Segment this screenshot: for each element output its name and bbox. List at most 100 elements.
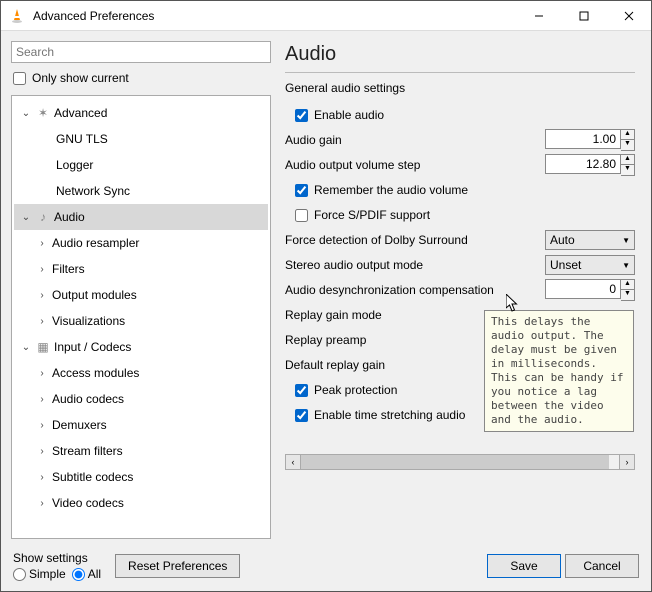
spinner-buttons[interactable]: ▲▼: [621, 154, 635, 176]
tree-item-logger[interactable]: Logger: [14, 152, 268, 178]
desync-row: Audio desynchronization compensation ▲▼: [285, 278, 635, 302]
stereo-value: Unset: [550, 258, 581, 272]
all-radio[interactable]: [72, 568, 85, 581]
dolby-value: Auto: [550, 233, 575, 247]
enable-audio-row: Enable audio: [285, 103, 635, 127]
left-column: Only show current ⌄ ✶ Advanced GNU TLS L…: [11, 41, 271, 539]
show-settings-label: Show settings: [13, 551, 101, 565]
only-show-current-checkbox[interactable]: [13, 72, 26, 85]
volume-step-label: Audio output volume step: [285, 158, 545, 172]
time-stretching-checkbox[interactable]: [295, 409, 308, 422]
minimize-button[interactable]: [516, 1, 561, 30]
reset-preferences-button[interactable]: Reset Preferences: [115, 554, 240, 578]
remember-volume-row: Remember the audio volume: [285, 178, 635, 202]
tree-item-stream-filters[interactable]: ›Stream filters: [14, 438, 268, 464]
save-button[interactable]: Save: [487, 554, 561, 578]
content-area: Only show current ⌄ ✶ Advanced GNU TLS L…: [1, 31, 651, 547]
chevron-right-icon[interactable]: ›: [34, 394, 50, 405]
tree-item-advanced[interactable]: ⌄ ✶ Advanced: [14, 100, 268, 126]
tree-item-filters[interactable]: ›Filters: [14, 256, 268, 282]
enable-audio-checkbox[interactable]: [295, 109, 308, 122]
chevron-right-icon[interactable]: ›: [34, 290, 50, 301]
chevron-right-icon[interactable]: ›: [34, 368, 50, 379]
tree-item-input-codecs[interactable]: ⌄ ▦ Input / Codecs: [14, 334, 268, 360]
tree-label: Audio: [52, 210, 85, 224]
volume-step-field[interactable]: [545, 154, 621, 174]
force-spdif-checkbox[interactable]: [295, 209, 308, 222]
dolby-label: Force detection of Dolby Surround: [285, 233, 545, 247]
chevron-right-icon[interactable]: ›: [34, 238, 50, 249]
panel-title: Audio: [285, 43, 635, 66]
dolby-combo[interactable]: Auto▼: [545, 230, 635, 250]
desync-field[interactable]: [545, 279, 621, 299]
tree-item-video-codecs[interactable]: ›Video codecs: [14, 490, 268, 516]
desync-label: Audio desynchronization compensation: [285, 283, 545, 297]
scroll-thumb[interactable]: [301, 455, 609, 469]
chevron-right-icon[interactable]: ›: [34, 420, 50, 431]
force-spdif-label: Force S/PDIF support: [314, 208, 635, 222]
codec-icon: ▦: [34, 340, 52, 354]
force-spdif-row: Force S/PDIF support: [285, 203, 635, 227]
spinner-buttons[interactable]: ▲▼: [621, 279, 635, 301]
chevron-right-icon[interactable]: ›: [34, 264, 50, 275]
cancel-button[interactable]: Cancel: [565, 554, 639, 578]
stereo-combo[interactable]: Unset ▼: [545, 255, 635, 275]
bottom-bar: Show settings Simple All Reset Preferenc…: [1, 547, 651, 591]
chevron-right-icon[interactable]: ›: [34, 472, 50, 483]
chevron-down-icon[interactable]: ⌄: [18, 342, 34, 353]
all-radio-label[interactable]: All: [72, 567, 101, 581]
spin-down-icon[interactable]: ▼: [621, 165, 634, 175]
spin-up-icon[interactable]: ▲: [621, 130, 634, 140]
chevron-down-icon[interactable]: ⌄: [18, 108, 34, 119]
tree-label: Input / Codecs: [52, 340, 131, 354]
tree-item-network-sync[interactable]: Network Sync: [14, 178, 268, 204]
divider: [285, 72, 635, 73]
tree-item-demuxers[interactable]: ›Demuxers: [14, 412, 268, 438]
tree-item-output-modules[interactable]: ›Output modules: [14, 282, 268, 308]
tree-item-subtitle-codecs[interactable]: ›Subtitle codecs: [14, 464, 268, 490]
chevron-right-icon[interactable]: ›: [34, 498, 50, 509]
tree-item-audio-codecs[interactable]: ›Audio codecs: [14, 386, 268, 412]
audio-gain-field[interactable]: [545, 129, 621, 149]
tooltip: This delays the audio output. The delay …: [484, 310, 634, 432]
tree-item-visualizations[interactable]: ›Visualizations: [14, 308, 268, 334]
enable-audio-label: Enable audio: [314, 108, 635, 122]
volume-step-input[interactable]: ▲▼: [545, 154, 635, 176]
category-tree[interactable]: ⌄ ✶ Advanced GNU TLS Logger Network Sync…: [11, 95, 271, 539]
stereo-row: Stereo audio output mode Unset ▼: [285, 253, 635, 277]
settings-panel: Audio General audio settings Enable audi…: [285, 41, 641, 539]
dolby-row: Force detection of Dolby Surround Auto▼: [285, 228, 635, 252]
chevron-down-icon: ▼: [622, 261, 630, 270]
tree-item-audio-resampler[interactable]: ›Audio resampler: [14, 230, 268, 256]
spinner-buttons[interactable]: ▲▼: [621, 129, 635, 151]
stereo-label: Stereo audio output mode: [285, 258, 545, 272]
chevron-right-icon[interactable]: ›: [34, 446, 50, 457]
preferences-window: Advanced Preferences Only show current ⌄…: [0, 0, 652, 592]
tree-item-gnu-tls[interactable]: GNU TLS: [14, 126, 268, 152]
remember-volume-checkbox[interactable]: [295, 184, 308, 197]
scroll-track[interactable]: [301, 454, 619, 470]
spin-down-icon[interactable]: ▼: [621, 140, 634, 150]
chevron-right-icon[interactable]: ›: [34, 316, 50, 327]
tree-item-audio[interactable]: ⌄ ♪ Audio: [14, 204, 268, 230]
spin-down-icon[interactable]: ▼: [621, 290, 634, 300]
chevron-down-icon[interactable]: ⌄: [18, 212, 34, 223]
close-button[interactable]: [606, 1, 651, 30]
scroll-right-button[interactable]: ›: [619, 454, 635, 470]
spin-up-icon[interactable]: ▲: [621, 155, 634, 165]
simple-radio-label[interactable]: Simple: [13, 567, 66, 581]
show-settings-radios: Simple All: [13, 567, 101, 581]
horizontal-scrollbar[interactable]: ‹ ›: [285, 454, 635, 470]
gear-icon: ✶: [34, 106, 52, 120]
spin-up-icon[interactable]: ▲: [621, 280, 634, 290]
audio-gain-input[interactable]: ▲▼: [545, 129, 635, 151]
tree-item-access-modules[interactable]: ›Access modules: [14, 360, 268, 386]
search-input[interactable]: [11, 41, 271, 63]
scroll-left-button[interactable]: ‹: [285, 454, 301, 470]
desync-input[interactable]: ▲▼: [545, 279, 635, 301]
remember-volume-label: Remember the audio volume: [314, 183, 635, 197]
maximize-button[interactable]: [561, 1, 606, 30]
only-show-current-row[interactable]: Only show current: [11, 69, 271, 87]
simple-radio[interactable]: [13, 568, 26, 581]
peak-protection-checkbox[interactable]: [295, 384, 308, 397]
